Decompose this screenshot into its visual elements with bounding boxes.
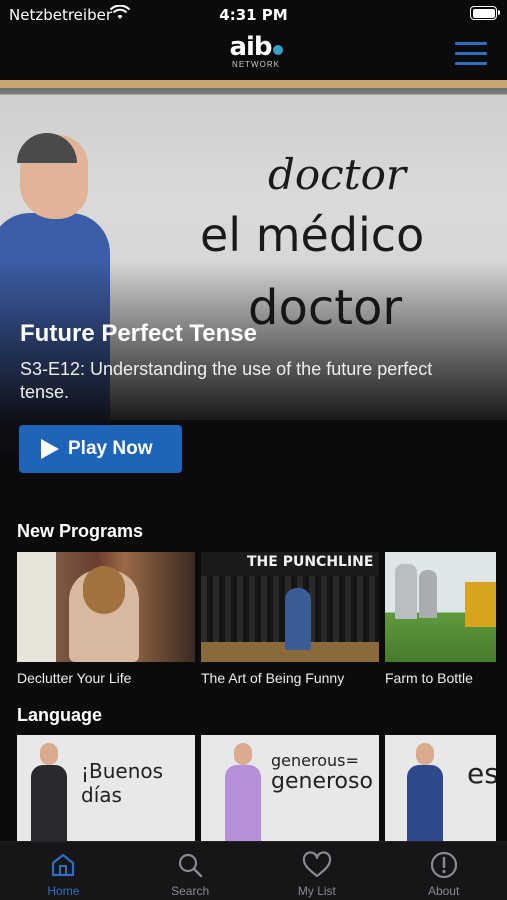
- program-card-farm[interactable]: Farm to Bottle: [385, 552, 496, 686]
- language-thumbnail[interactable]: es: [385, 735, 496, 841]
- tab-label: My List: [297, 884, 336, 898]
- info-icon: [380, 850, 507, 880]
- tab-label: Search: [171, 884, 210, 898]
- language-card[interactable]: ¡Buenos días: [17, 735, 195, 841]
- new-programs-row[interactable]: Declutter Your Life THE PUNCHLINE The Ar…: [17, 552, 496, 686]
- play-icon: [41, 439, 59, 459]
- tab-my-list[interactable]: My List: [254, 842, 381, 900]
- program-caption: Farm to Bottle: [385, 670, 473, 686]
- tab-bar: Home Search My List About: [0, 841, 507, 900]
- tab-label: Home: [47, 884, 80, 898]
- tab-about[interactable]: About: [380, 842, 507, 900]
- program-thumbnail[interactable]: [17, 552, 195, 662]
- logo-dot-icon: [272, 45, 283, 55]
- status-bar: Netzbetreiber 4:31 PM: [0, 0, 507, 30]
- language-thumbnail[interactable]: generous= generoso: [201, 735, 379, 841]
- battery-icon: [470, 6, 500, 20]
- board-word: doctor: [268, 150, 406, 199]
- section-title-new-programs: New Programs: [17, 521, 144, 541]
- section-title-language: Language: [17, 705, 103, 725]
- featured-hero[interactable]: doctor el médico doctor Future Perfect T…: [0, 80, 507, 494]
- program-thumbnail[interactable]: THE PUNCHLINE: [201, 552, 379, 662]
- program-thumbnail[interactable]: [385, 552, 496, 662]
- clock: 4:31 PM: [219, 6, 288, 24]
- home-icon: [0, 850, 127, 880]
- play-now-button[interactable]: Play Now: [19, 425, 182, 473]
- program-caption: The Art of Being Funny: [201, 670, 345, 686]
- hero-description: S3-E12: Understanding the use of the fut…: [20, 359, 433, 402]
- tab-label: About: [427, 884, 460, 898]
- board-text: generoso: [271, 769, 373, 794]
- hamburger-menu-icon[interactable]: [455, 42, 487, 66]
- heart-icon: [254, 850, 381, 880]
- language-card[interactable]: generous= generoso: [201, 735, 379, 841]
- program-card-declutter[interactable]: Declutter Your Life: [17, 552, 195, 686]
- language-thumbnail[interactable]: ¡Buenos días: [17, 735, 195, 841]
- language-card[interactable]: es: [385, 735, 496, 841]
- top-nav: aib NETWORK: [0, 30, 507, 80]
- logo-subtext: NETWORK: [232, 60, 280, 69]
- program-card-funny[interactable]: THE PUNCHLINE The Art of Being Funny: [201, 552, 379, 686]
- thumbnail-title: THE PUNCHLINE: [247, 554, 374, 570]
- board-text: generous=: [271, 751, 359, 770]
- board-text: ¡Buenos días: [81, 759, 164, 807]
- play-now-label: Play Now: [68, 438, 153, 459]
- hero-title: Future Perfect Tense: [20, 320, 257, 347]
- search-icon: [127, 850, 254, 880]
- program-caption: Declutter Your Life: [17, 670, 132, 686]
- board-word: el médico: [200, 208, 425, 262]
- tab-search[interactable]: Search: [127, 842, 254, 900]
- tab-home[interactable]: Home: [0, 842, 127, 900]
- aib-logo[interactable]: aib NETWORK: [224, 34, 288, 74]
- language-row[interactable]: ¡Buenos días generous= generoso es: [17, 735, 496, 841]
- board-text: es: [467, 757, 496, 790]
- logo-text: aib: [229, 32, 272, 62]
